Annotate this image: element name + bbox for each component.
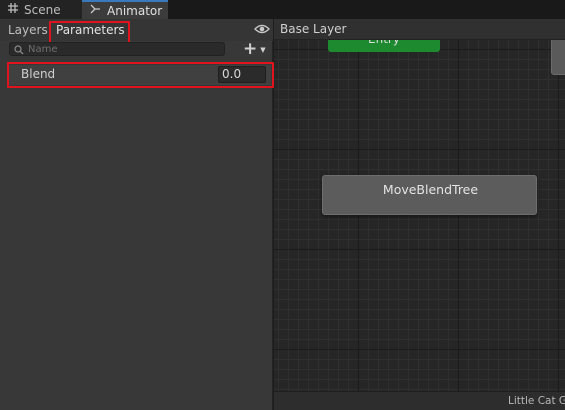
breadcrumb: Base Layer (274, 19, 565, 40)
status-text: Little Cat Gi (508, 395, 565, 407)
animator-left-panel: Layers Parameters Name + ▼ Blend 0.0 (0, 19, 274, 410)
state-node-partial[interactable] (551, 38, 565, 75)
add-parameter-button[interactable]: + ▼ (243, 39, 271, 59)
parameter-search-input[interactable]: Name (9, 42, 225, 56)
blend-tree-node-label: MoveBlendTree (382, 182, 479, 197)
graph-status-bar: Little Cat Gi (274, 391, 565, 410)
search-icon (14, 44, 24, 55)
entry-node[interactable]: Entry (328, 38, 440, 52)
animator-icon (90, 4, 101, 17)
tab-scene-label: Scene (24, 2, 61, 17)
search-placeholder: Name (28, 43, 58, 55)
chevron-down-icon: ▼ (260, 46, 266, 54)
window-tab-bar: Scene Animator (0, 0, 565, 19)
highlight-box-parameters (49, 21, 130, 44)
subtab-layers[interactable]: Layers (8, 22, 48, 38)
tab-animator-label: Animator (107, 3, 163, 18)
move-blend-tree-node[interactable]: MoveBlendTree (322, 175, 537, 215)
grid-icon (8, 3, 18, 16)
panel-subtabs: Layers Parameters (0, 19, 273, 41)
animator-graph[interactable]: Entry Base Layer MoveBlendTree (274, 19, 565, 391)
tab-animator[interactable]: Animator (82, 0, 168, 19)
breadcrumb-base-layer[interactable]: Base Layer (280, 22, 347, 36)
plus-icon: + (243, 39, 258, 59)
eye-icon[interactable] (254, 23, 270, 35)
tab-scene[interactable]: Scene (0, 0, 82, 19)
highlight-box-blend (7, 62, 274, 88)
